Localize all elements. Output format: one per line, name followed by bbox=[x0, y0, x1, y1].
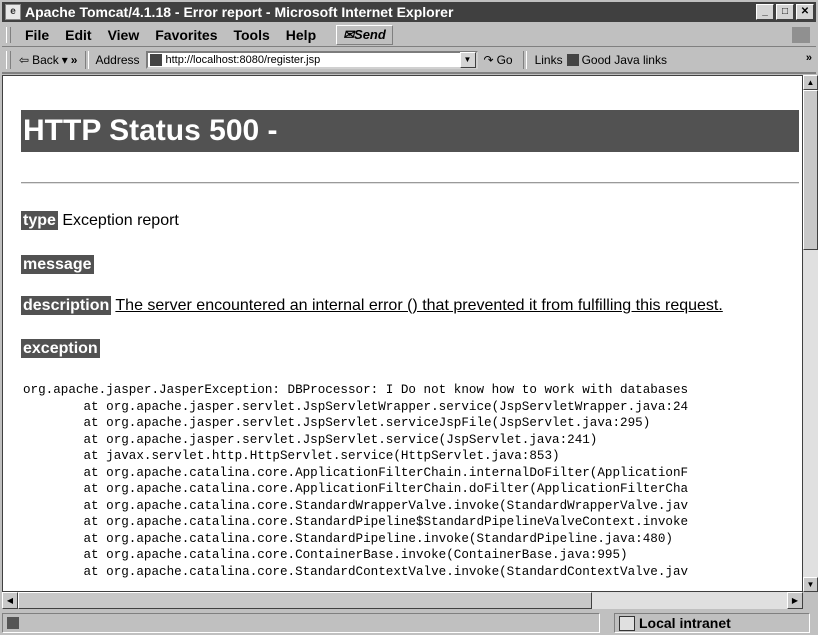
stack-trace-line: org.apache.jasper.JasperException: DBPro… bbox=[23, 383, 689, 397]
scroll-up-button[interactable]: ▲ bbox=[803, 75, 818, 90]
stack-trace: org.apache.jasper.JasperException: DBPro… bbox=[23, 382, 688, 580]
page-icon bbox=[149, 54, 162, 66]
page-icon bbox=[7, 617, 19, 629]
stack-trace-line: at javax.servlet.http.HttpServlet.servic… bbox=[23, 449, 560, 463]
chevron-more-icon[interactable]: » bbox=[71, 53, 78, 67]
page-content: HTTP Status 500 - type Exception report … bbox=[2, 75, 803, 592]
menu-file[interactable]: File bbox=[17, 27, 57, 43]
divider bbox=[21, 182, 799, 184]
horizontal-scroll-thumb[interactable] bbox=[18, 592, 592, 609]
scrollbar-corner bbox=[803, 592, 818, 609]
go-button[interactable]: ↷ Go bbox=[478, 53, 519, 67]
message-row: message bbox=[21, 255, 94, 274]
page-title: HTTP Status 500 - bbox=[21, 110, 799, 152]
stack-trace-line: at org.apache.jasper.servlet.JspServlet.… bbox=[23, 416, 651, 430]
back-button[interactable]: ⇦ Back ▾ » bbox=[15, 53, 81, 67]
title-bar: e Apache Tomcat/4.1.18 - Error report - … bbox=[2, 2, 816, 22]
close-button[interactable]: ✕ bbox=[796, 4, 814, 20]
status-bar: Local intranet bbox=[0, 611, 818, 635]
stack-trace-line: at org.apache.catalina.core.StandardCont… bbox=[23, 564, 689, 579]
page-icon bbox=[566, 54, 579, 66]
windows-logo-icon bbox=[792, 27, 810, 43]
ie-page-icon: e bbox=[5, 4, 21, 20]
vertical-scrollbar[interactable]: ▲ ▼ bbox=[803, 75, 818, 592]
maximize-button[interactable]: □ bbox=[776, 4, 794, 20]
toolbar-grip[interactable] bbox=[6, 51, 11, 69]
back-arrow-icon: ⇦ bbox=[19, 53, 30, 67]
menu-bar: File Edit View Favorites Tools Help ✉Sen… bbox=[2, 24, 816, 47]
stack-trace-line: at org.apache.catalina.core.ApplicationF… bbox=[23, 465, 689, 480]
toolbar-divider bbox=[522, 51, 527, 69]
go-arrow-icon: ↷ bbox=[483, 53, 494, 67]
type-value: Exception report bbox=[62, 212, 179, 229]
stack-trace-line: at org.apache.catalina.core.StandardPipe… bbox=[23, 515, 689, 529]
description-row: description The server encountered an in… bbox=[21, 296, 723, 315]
stack-trace-line: at org.apache.catalina.core.StandardWrap… bbox=[23, 498, 689, 513]
links-label[interactable]: Links bbox=[531, 53, 567, 67]
send-icon: ✉ bbox=[343, 27, 355, 42]
address-field[interactable]: http://localhost:8080/register.jsp ▼ bbox=[145, 51, 478, 69]
stack-trace-line: at org.apache.catalina.core.ContainerBas… bbox=[23, 548, 628, 562]
back-label: Back bbox=[32, 53, 59, 67]
scroll-down-button[interactable]: ▼ bbox=[803, 577, 818, 592]
menu-favorites[interactable]: Favorites bbox=[147, 27, 225, 43]
menu-view[interactable]: View bbox=[100, 27, 148, 43]
address-label: Address bbox=[95, 53, 140, 67]
good-java-links-label: Good Java links bbox=[581, 53, 667, 67]
chevron-down-icon[interactable]: ▾ bbox=[62, 53, 68, 67]
stack-trace-line: at org.apache.jasper.servlet.JspServlet.… bbox=[23, 432, 598, 447]
intranet-icon bbox=[619, 615, 635, 631]
go-label: Go bbox=[496, 53, 513, 67]
browser-window: e Apache Tomcat/4.1.18 - Error report - … bbox=[0, 0, 818, 635]
security-zone: Local intranet bbox=[614, 613, 810, 633]
zone-label: Local intranet bbox=[639, 615, 731, 631]
description-value: The server encountered an internal error… bbox=[115, 297, 723, 314]
scroll-left-button[interactable]: ◀ bbox=[2, 592, 18, 609]
message-tag: message bbox=[21, 255, 94, 274]
toolbar-divider bbox=[85, 51, 90, 69]
menu-tools[interactable]: Tools bbox=[225, 27, 277, 43]
menu-edit[interactable]: Edit bbox=[57, 27, 99, 43]
window-title: Apache Tomcat/4.1.18 - Error report - Mi… bbox=[25, 4, 454, 20]
horizontal-scrollbar[interactable]: ◀ ▶ bbox=[2, 592, 803, 609]
type-row: type Exception report bbox=[21, 211, 179, 230]
menu-help[interactable]: Help bbox=[278, 27, 324, 43]
address-dropdown-button[interactable]: ▼ bbox=[459, 52, 476, 68]
exception-tag: exception bbox=[21, 339, 100, 358]
exception-row: exception bbox=[21, 339, 100, 358]
vertical-scroll-thumb[interactable] bbox=[803, 90, 818, 250]
window-controls: _ □ ✕ bbox=[756, 4, 814, 20]
type-tag: type bbox=[21, 211, 58, 230]
good-java-links-link[interactable]: Good Java links bbox=[566, 53, 667, 67]
stack-trace-line: at org.apache.jasper.servlet.JspServletW… bbox=[23, 399, 689, 414]
description-tag: description bbox=[21, 296, 112, 315]
minimize-button[interactable]: _ bbox=[756, 4, 774, 20]
toolbar-grip[interactable] bbox=[6, 27, 11, 43]
send-label: Send bbox=[354, 27, 386, 42]
address-toolbar: ⇦ Back ▾ » Address http://localhost:8080… bbox=[2, 48, 816, 74]
address-url[interactable]: http://localhost:8080/register.jsp bbox=[166, 54, 460, 66]
status-text-pane bbox=[2, 613, 600, 633]
send-button[interactable]: ✉Send bbox=[336, 25, 393, 45]
chevron-more-icon[interactable]: » bbox=[806, 52, 812, 64]
stack-trace-line: at org.apache.catalina.core.ApplicationF… bbox=[23, 482, 689, 496]
scroll-right-button[interactable]: ▶ bbox=[787, 592, 803, 609]
stack-trace-line: at org.apache.catalina.core.StandardPipe… bbox=[23, 531, 673, 546]
